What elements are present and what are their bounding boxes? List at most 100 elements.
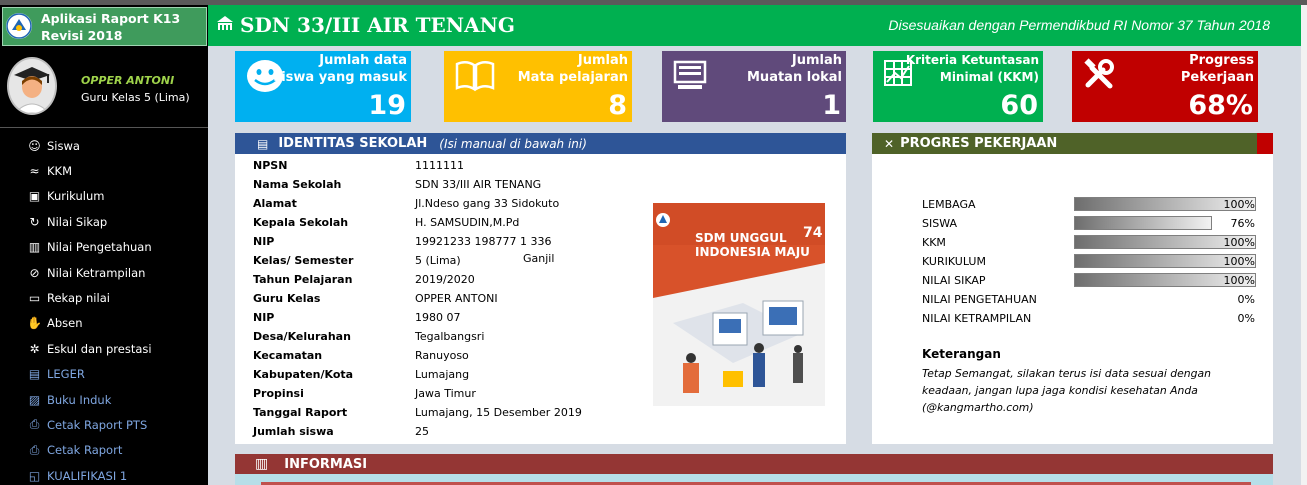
progress-row: KURIKULUM 100% <box>922 252 1257 271</box>
app-title-box[interactable]: Aplikasi Raport K13 Revisi 2018 <box>2 7 207 46</box>
field-label: Guru Kelas <box>253 292 321 305</box>
card-label: Jumlah Mata pelajaran <box>517 53 628 85</box>
user-name: OPPER ANTONI <box>81 74 175 87</box>
sidebar-item-label: Eskul dan prestasi <box>47 341 152 356</box>
sidebar-item-nilai-pengetahuan[interactable]: ▥ Nilai Pengetahuan <box>0 235 208 260</box>
tut-wuri-logo-icon <box>6 13 32 39</box>
card-mapel[interactable]: Jumlah Mata pelajaran 8 <box>444 51 632 122</box>
card-kkm[interactable]: Kriteria Ketuntasan Minimal (KKM) 60 <box>873 51 1043 122</box>
progress-value: 100% <box>1223 255 1255 268</box>
progres-header: ✕ PROGRES PEKERJAAN <box>872 133 1257 154</box>
sidebar-item-kurikulum[interactable]: ▣ Kurikulum <box>0 184 208 209</box>
identitas-row: Tahun Pelajaran 2019/2020 <box>253 270 653 289</box>
sidebar-item-cetak-raport-pts[interactable]: ⎙ Cetak Raport PTS <box>0 412 208 437</box>
identitas-row: Alamat Jl.Ndeso gang 33 Sidokuto <box>253 194 653 213</box>
sidebar-item-label: Absen <box>47 316 83 331</box>
sidebar: Aplikasi Raport K13 Revisi 2018 OPPER AN… <box>0 5 208 485</box>
tools-icon <box>1082 58 1116 98</box>
progress-bar: 100% <box>1074 273 1256 287</box>
informasi-bar: ▥ INFORMASI <box>235 454 1273 474</box>
nav-menu: ☺ Siswa ≈ KKM ▣ Kurikulum ↻ Nilai Sikap ▥ Nilai P… <box>0 133 208 485</box>
poster-text: SDM UNGGUL INDONESIA MAJU <box>695 231 810 259</box>
header-subtitle: Disesuaikan dengan Permendikbud RI Nomor… <box>888 17 1270 33</box>
field-label: Kabupaten/Kota <box>253 368 354 381</box>
identitas-title: IDENTITAS SEKOLAH <box>278 136 428 151</box>
field-label: Tahun Pelajaran <box>253 273 353 286</box>
sidebar-item-label: LEGER <box>47 367 85 382</box>
image-icon: ▨ <box>28 392 41 407</box>
book-icon: ▥ <box>255 456 269 472</box>
progres-rows: LEMBAGA 100% SISWA 76% KKM 100% KURIKULUM 100% N… <box>922 195 1257 328</box>
progress-row: NILAI SIKAP 100% <box>922 271 1257 290</box>
sdm-unggul-poster: SDM UNGGUL INDONESIA MAJU 74 <box>653 203 825 406</box>
card-value: 1 <box>822 90 841 121</box>
user-profile: OPPER ANTONI Guru Kelas 5 (Lima) <box>0 51 208 127</box>
progress-label: NILAI PENGETAHUAN <box>922 293 1037 306</box>
sidebar-item-label: KKM <box>47 164 73 179</box>
chart-icon: ◱ <box>28 468 41 483</box>
progress-bar: 100% <box>1074 254 1256 268</box>
progress-value: 100% <box>1223 236 1255 249</box>
field-value[interactable]: 1111111 <box>415 159 464 172</box>
sidebar-item-eskul-dan-prestasi[interactable]: ✲ Eskul dan prestasi <box>0 336 208 361</box>
sidebar-item-kualifikasi-1[interactable]: ◱ KUALIFIKASI 1 <box>0 463 208 485</box>
card-progress[interactable]: Progress Pekerjaan 68% <box>1072 51 1258 122</box>
sidebar-item-leger[interactable]: ▤ LEGER <box>0 362 208 387</box>
sidebar-item-label: Nilai Pengetahuan <box>47 240 152 255</box>
sidebar-item-buku-induk[interactable]: ▨ Buku Induk <box>0 387 208 412</box>
progres-title: PROGRES PEKERJAAN <box>900 136 1058 151</box>
card-siswa[interactable]: Jumlah data siswa yang masuk 19 <box>235 51 411 122</box>
sidebar-item-absen[interactable]: ✋ Absen <box>0 311 208 336</box>
sidebar-item-kkm[interactable]: ≈ KKM <box>0 158 208 183</box>
sidebar-item-nilai-sikap[interactable]: ↻ Nilai Sikap <box>0 209 208 234</box>
progress-label: NILAI SIKAP <box>922 274 986 287</box>
identitas-row: Propinsi Jawa Timur <box>253 384 653 403</box>
progress-bar: 0% <box>1074 311 1256 325</box>
progress-row: NILAI PENGETAHUAN 0% <box>922 290 1257 309</box>
field-value[interactable]: Ranuyoso <box>415 349 469 362</box>
field-label: Jumlah siswa <box>253 425 334 438</box>
field-value[interactable]: Lumajang, 15 Desember 2019 <box>415 406 582 419</box>
sidebar-divider <box>0 127 208 128</box>
field-value[interactable]: 2019/2020 <box>415 273 475 286</box>
sidebar-item-label: Kurikulum <box>47 189 105 204</box>
sidebar-item-rekap-nilai[interactable]: ▭ Rekap nilai <box>0 285 208 310</box>
card-value: 8 <box>608 90 627 121</box>
field-value-secondary[interactable]: Ganjil <box>523 252 554 265</box>
progress-bar: 76% <box>1074 216 1256 230</box>
field-value[interactable]: Jl.Ndeso gang 33 Sidokuto <box>415 197 559 210</box>
progres-accent <box>1257 133 1273 154</box>
card-value: 19 <box>368 90 406 121</box>
sidebar-item-label: Buku Induk <box>47 392 112 407</box>
field-value[interactable]: Tegalbangsri <box>415 330 484 343</box>
app-title: Aplikasi Raport K13 Revisi 2018 <box>41 11 181 43</box>
table-icon: ▤ <box>28 367 41 382</box>
card-mulok[interactable]: Jumlah Muatan lokal 1 <box>662 51 846 122</box>
card-label: Kriteria Ketuntasan Minimal (KKM) <box>905 53 1039 84</box>
field-value[interactable]: 19921233 198777 1 336 <box>415 235 551 248</box>
progress-bar: 0% <box>1074 292 1256 306</box>
progress-label: SISWA <box>922 217 958 230</box>
sidebar-item-cetak-raport[interactable]: ⎙ Cetak Raport <box>0 438 208 463</box>
field-value[interactable]: H. SAMSUDIN,M.Pd <box>415 216 519 229</box>
sidebar-item-label: Cetak Raport PTS <box>47 417 148 432</box>
header-bar: SDN 33/III AIR TENANG Disesuaikan dengan… <box>208 5 1301 46</box>
progress-value: 100% <box>1223 274 1255 287</box>
field-value[interactable]: SDN 33/III AIR TENANG <box>415 178 541 191</box>
progress-value: 0% <box>1237 312 1255 325</box>
card-value: 60 <box>1000 90 1038 121</box>
field-label: NIP <box>253 311 275 324</box>
poster-badge: 74 <box>803 225 823 241</box>
field-value[interactable]: 25 <box>415 425 429 438</box>
field-value[interactable]: Jawa Timur <box>415 387 476 400</box>
field-value[interactable]: 1980 07 <box>415 311 461 324</box>
field-value[interactable]: 5 (Lima) <box>415 254 461 267</box>
book-icon <box>454 58 496 98</box>
sidebar-item-nilai-ketrampilan[interactable]: ⊘ Nilai Ketrampilan <box>0 260 208 285</box>
sidebar-item-siswa[interactable]: ☺ Siswa <box>0 133 208 158</box>
field-value[interactable]: Lumajang <box>415 368 469 381</box>
tools-icon: ✕ <box>884 136 895 151</box>
card-label: Jumlah Muatan lokal <box>747 53 842 85</box>
dashboard: Aplikasi Raport K13 Revisi 2018 OPPER AN… <box>0 0 1307 485</box>
field-value[interactable]: OPPER ANTONI <box>415 292 498 305</box>
